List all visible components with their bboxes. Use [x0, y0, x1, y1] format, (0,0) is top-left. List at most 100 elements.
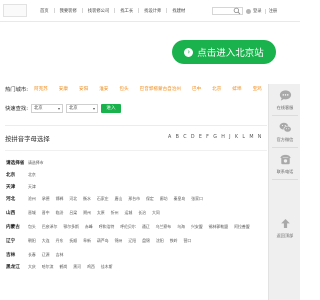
hot-city-link[interactable]: 包头 — [119, 86, 128, 92]
city-link[interactable]: 辽阳 — [128, 238, 136, 244]
letter-link[interactable]: G — [213, 135, 217, 140]
city-link[interactable]: 巴彦淖尔 — [42, 224, 58, 230]
province-name[interactable]: 黑龙江 — [6, 264, 28, 270]
hot-city-link[interactable]: 安康 — [59, 86, 68, 92]
letter-link[interactable]: C — [183, 135, 186, 140]
nav-item-materials[interactable]: 找建材 — [172, 8, 185, 14]
letter-link[interactable]: A — [168, 135, 171, 140]
city-link[interactable]: 阿拉善盟 — [234, 224, 250, 230]
city-link[interactable]: 天津 — [28, 184, 36, 190]
city-link[interactable]: 请选择市 — [28, 160, 44, 166]
city-link[interactable]: 秦皇岛 — [174, 196, 186, 202]
city-link[interactable]: 丹东 — [56, 238, 64, 244]
province-name[interactable]: 北京 — [6, 172, 28, 178]
city-link[interactable]: 保定 — [146, 196, 154, 202]
city-link[interactable]: 呼和浩特 — [99, 224, 115, 230]
province-name[interactable]: 请选择省 — [6, 160, 28, 166]
hot-city-link[interactable]: 安阳 — [79, 86, 88, 92]
city-link[interactable]: 长春 — [28, 252, 36, 258]
hot-city-link[interactable]: 宝鸡 — [253, 86, 262, 92]
province-name[interactable]: 河北 — [6, 196, 28, 202]
city-link[interactable]: 兴安盟 — [191, 224, 203, 230]
letter-link[interactable]: L — [242, 135, 245, 140]
city-link[interactable]: 河北 — [69, 196, 77, 202]
letter-link[interactable]: B — [176, 135, 179, 140]
site-logo[interactable] — [3, 4, 27, 17]
city-link[interactable]: 朔州 — [83, 210, 91, 216]
city-link[interactable]: 张家口 — [191, 196, 203, 202]
hot-city-link[interactable]: 蚌埠 — [232, 86, 241, 92]
sidebar-item-online-service[interactable]: 在线客服 — [269, 84, 301, 115]
city-link[interactable]: 抚顺 — [69, 238, 77, 244]
city-link[interactable]: 晋中 — [42, 210, 50, 216]
city-link[interactable]: 乌海 — [177, 224, 185, 230]
city-link[interactable]: 辽源 — [42, 252, 50, 258]
city-link[interactable]: 呼伦贝尔 — [120, 224, 136, 230]
hot-city-link[interactable]: 巴音郭楞蒙古自治州 — [140, 86, 181, 92]
city-link[interactable]: 乌兰察布 — [156, 224, 172, 230]
city-link[interactable]: 盘锦 — [142, 238, 150, 244]
city-link[interactable]: 长治 — [138, 210, 146, 216]
city-link[interactable]: 邯郸 — [56, 196, 64, 202]
letter-link[interactable]: M — [249, 135, 253, 140]
nav-item-foreman[interactable]: 找工长 — [120, 8, 133, 14]
nav-item-renovate[interactable]: 我要装修 — [60, 8, 77, 14]
sidebar-item-back-to-top[interactable]: 返回顶部 — [269, 212, 301, 243]
city-link[interactable]: 太原 — [97, 210, 105, 216]
city-link[interactable]: 锦州 — [115, 238, 123, 244]
city-link[interactable]: 吉林 — [56, 252, 64, 258]
province-name[interactable]: 内蒙古 — [6, 224, 28, 230]
city-link[interactable]: 锡林郭勒盟 — [209, 224, 228, 230]
city-link[interactable]: 沧州 — [28, 196, 36, 202]
province-name[interactable]: 山西 — [6, 210, 28, 216]
province-name[interactable]: 辽宁 — [6, 238, 28, 244]
letter-link[interactable]: J — [229, 135, 230, 140]
city-link[interactable]: 葫芦岛 — [97, 238, 109, 244]
city-link[interactable]: 阜新 — [83, 238, 91, 244]
city-link[interactable]: 哈尔滨 — [42, 264, 54, 270]
search-icon[interactable] — [233, 7, 241, 15]
city-link[interactable]: 赤峰 — [85, 224, 93, 230]
city-link[interactable]: 大连 — [42, 238, 50, 244]
city-link[interactable]: 运城 — [124, 210, 132, 216]
province-name[interactable]: 天津 — [6, 184, 28, 190]
city-select[interactable]: 北京 — [65, 103, 98, 113]
province-select[interactable]: 北京 — [30, 103, 63, 113]
login-link[interactable]: 登录 — [253, 8, 262, 14]
city-link[interactable]: 铁岭 — [170, 238, 178, 244]
city-link[interactable]: 鄂尔多斯 — [63, 224, 79, 230]
enter-button[interactable]: 进入 — [100, 103, 121, 113]
city-link[interactable]: 朝阳 — [28, 238, 36, 244]
sidebar-item-wechat[interactable]: 官方微信 — [269, 116, 301, 147]
letter-link[interactable]: H — [221, 135, 225, 140]
city-link[interactable]: 鸡西 — [87, 264, 95, 270]
hot-city-link[interactable]: 北京 — [212, 86, 221, 92]
city-link[interactable]: 临汾 — [56, 210, 64, 216]
city-link[interactable]: 承德 — [42, 196, 50, 202]
city-link[interactable]: 佳木斯 — [101, 264, 113, 270]
letter-link[interactable]: N — [258, 135, 262, 140]
nav-item-companies[interactable]: 找装修公司 — [88, 8, 109, 14]
register-link[interactable]: 注册 — [269, 8, 278, 14]
letter-link[interactable]: E — [199, 135, 202, 140]
sidebar-item-phone[interactable]: 联系电话 — [269, 148, 301, 179]
nav-item-designer[interactable]: 找设计师 — [144, 8, 161, 14]
city-link[interactable]: 大同 — [152, 210, 160, 216]
city-link[interactable]: 晋城 — [28, 210, 36, 216]
nav-item-home[interactable]: 首页 — [40, 8, 49, 14]
city-link[interactable]: 忻州 — [111, 210, 119, 216]
city-link[interactable]: 包头 — [28, 224, 36, 230]
city-link[interactable]: 大庆 — [28, 264, 36, 270]
city-link[interactable]: 吕梁 — [69, 210, 77, 216]
city-link[interactable]: 廊坊 — [160, 196, 168, 202]
city-link[interactable]: 衡水 — [83, 196, 91, 202]
letter-link[interactable]: F — [206, 135, 209, 140]
city-link[interactable]: 邢台市 — [128, 196, 140, 202]
city-link[interactable]: 通辽 — [142, 224, 150, 230]
city-link[interactable]: 黑河 — [73, 264, 81, 270]
city-link[interactable]: 石家庄 — [97, 196, 109, 202]
enter-station-button[interactable]: › 点击进入北京站 — [172, 40, 276, 64]
province-name[interactable]: 吉林 — [6, 252, 28, 258]
city-link[interactable]: 营口 — [183, 238, 191, 244]
letter-link[interactable]: K — [235, 135, 238, 140]
